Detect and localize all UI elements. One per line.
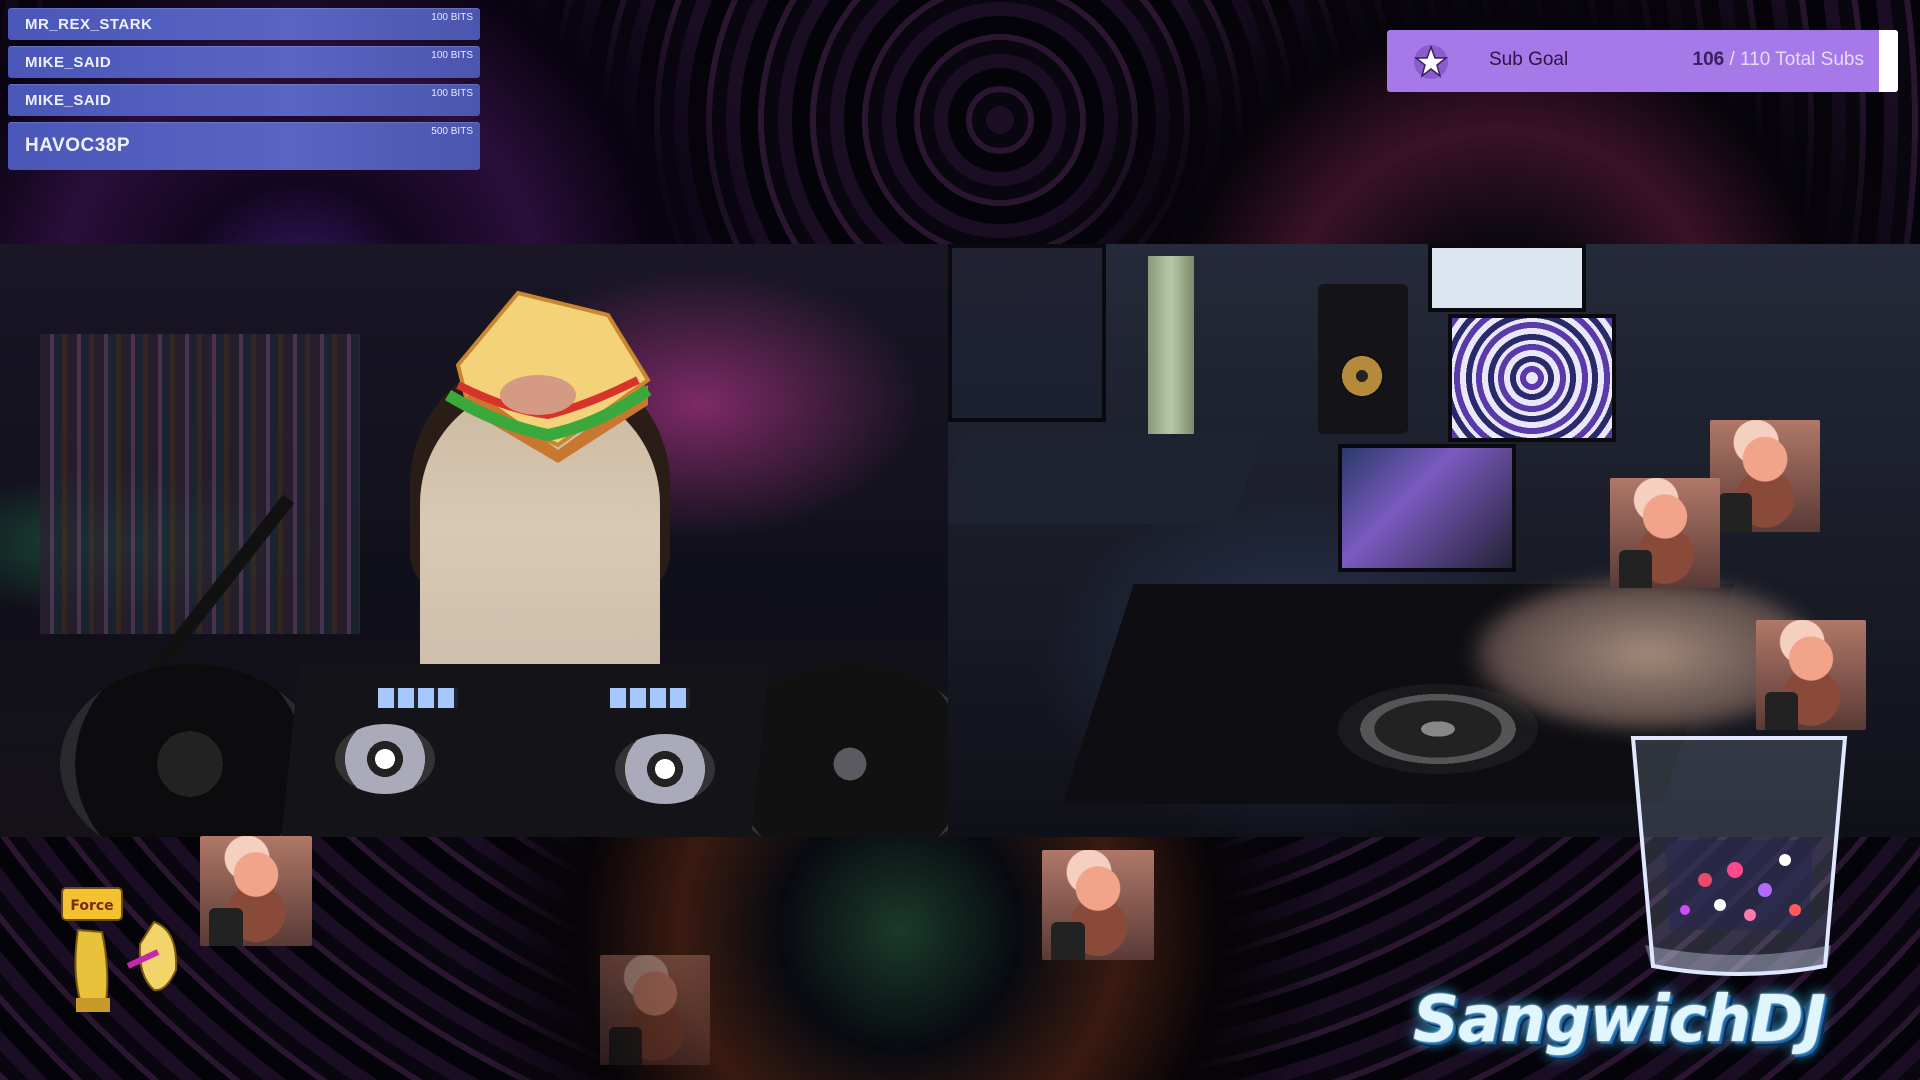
sub-goal-label: Sub Goal <box>1489 49 1569 70</box>
speaker-cone <box>1340 354 1384 398</box>
meme-emote <box>1042 850 1154 960</box>
bits-amount: 100 BITS <box>431 12 473 23</box>
jog-wheel-right <box>615 734 715 804</box>
bits-username: MIKE_SAID <box>25 54 112 71</box>
sandwich-icon <box>444 290 652 463</box>
bits-username: HAVOC38P <box>25 135 131 156</box>
bits-amount: 500 BITS <box>431 126 473 137</box>
emote-force-text: Force <box>70 898 113 914</box>
star-icon <box>1413 44 1449 79</box>
bits-username: MIKE_SAID <box>25 92 112 109</box>
monitor-screen <box>948 244 1106 422</box>
sub-goal-bar: Sub Goal 106 / 110 Total Subs <box>1387 30 1898 92</box>
meme-emote <box>200 836 312 946</box>
sub-goal-total: / 110 Total Subs <box>1729 49 1864 70</box>
cheer-cup-icon <box>1630 736 1848 976</box>
channel-logo: SangwichDJ <box>1413 983 1826 1057</box>
bits-alert-row: MR_REX_STARK 100 BITS <box>8 8 480 40</box>
meme-emote-faded <box>600 955 710 1065</box>
performance-pads <box>610 688 690 708</box>
bits-username: MR_REX_STARK <box>25 16 153 33</box>
monitor-screen <box>1428 244 1586 312</box>
bits-alert-row: HAVOC38P 500 BITS <box>8 122 480 170</box>
laptop-keyboard <box>948 434 1265 524</box>
jog-wheel-left <box>335 724 435 794</box>
record-shelf <box>40 334 360 634</box>
bits-feed: MR_REX_STARK 100 BITS MIKE_SAID 100 BITS… <box>8 8 480 176</box>
meme-emote <box>1756 620 1866 730</box>
sub-goal-count: 106 / 110 Total Subs <box>1693 49 1865 71</box>
bits-alert-row: MIKE_SAID 100 BITS <box>8 84 480 116</box>
bits-amount: 100 BITS <box>431 88 473 99</box>
sub-goal-current: 106 <box>1692 49 1725 70</box>
visualizer-screen <box>1448 314 1616 442</box>
bits-amount: 100 BITS <box>431 50 473 61</box>
turntable-left <box>60 664 320 837</box>
fist-icon: Force <box>61 887 178 1012</box>
performance-pads <box>378 688 458 708</box>
sub-goal-remaining <box>1879 30 1898 92</box>
monitor-screen <box>1338 444 1516 572</box>
bits-alert-row: MIKE_SAID 100 BITS <box>8 46 480 78</box>
meme-emote <box>1710 420 1820 532</box>
meme-emote <box>1610 478 1720 588</box>
